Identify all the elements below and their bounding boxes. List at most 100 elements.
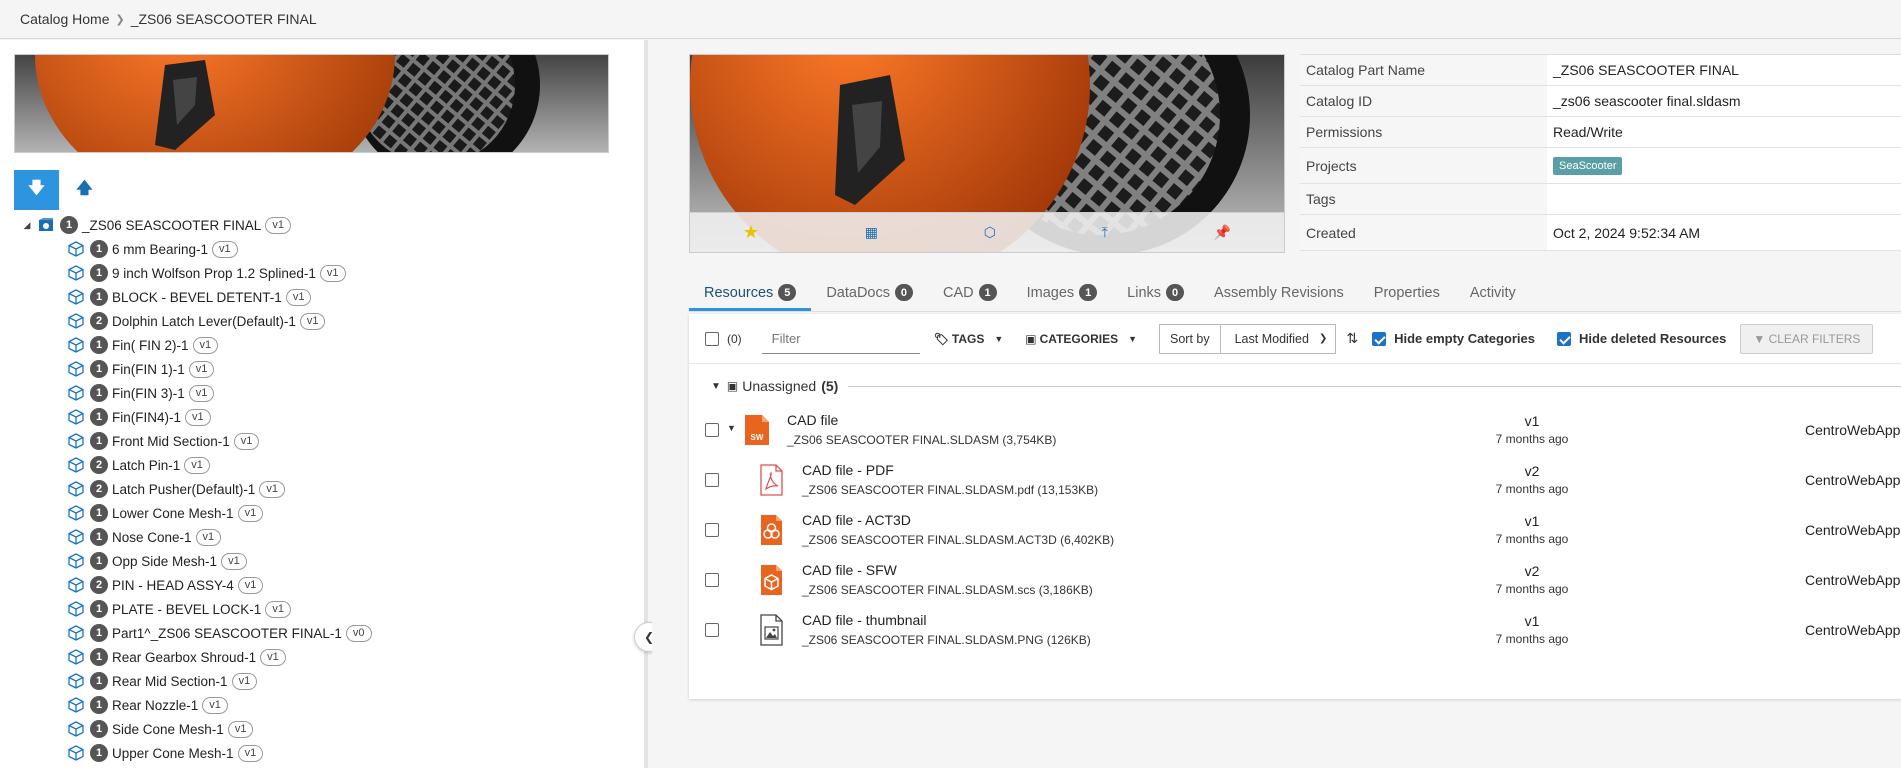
tree-root[interactable]: ◢ 1 _ZS06 SEASCOOTER FINAL v1 xyxy=(20,213,640,237)
tree-item-label: Rear Nozzle-1 xyxy=(112,697,199,713)
tree-item-label: Opp Side Mesh-1 xyxy=(112,553,218,569)
filter-input[interactable] xyxy=(761,323,920,354)
part-icon xyxy=(68,505,84,521)
resource-checkbox[interactable] xyxy=(705,573,719,587)
tab-activity[interactable]: Activity xyxy=(1455,285,1531,311)
tree-item[interactable]: 1 Front Mid Section-1 v1 xyxy=(20,429,640,453)
tree-item[interactable]: 16 mm Bearing-1 v1 xyxy=(20,237,640,261)
tree-count-badge: 1 xyxy=(90,672,108,690)
resource-title[interactable]: CAD file - ACT3D xyxy=(802,512,911,528)
caret-down-icon[interactable]: ▼ xyxy=(727,423,736,433)
hide-empty-label[interactable]: Hide empty Categories xyxy=(1394,331,1535,346)
tab-links[interactable]: Links 0 xyxy=(1112,284,1199,311)
tree-item[interactable]: 2 Latch Pin-1 v1 xyxy=(20,453,640,477)
resource-checkbox[interactable] xyxy=(705,523,719,537)
hide-empty-checkbox[interactable] xyxy=(1372,331,1387,346)
tree-item-label: Nose Cone-1 xyxy=(112,529,192,545)
hide-deleted-label[interactable]: Hide deleted Resources xyxy=(1579,331,1726,346)
tree-item[interactable]: 2 PIN - HEAD ASSY-4 v1 xyxy=(20,573,640,597)
assembly-icon xyxy=(39,218,53,231)
version-badge: v1 xyxy=(265,600,291,618)
cube-icon[interactable]: ⬡ xyxy=(984,224,996,241)
tree-item-label: Part1^_ZS06 SEASCOOTER FINAL-1 xyxy=(112,625,342,641)
part-icon xyxy=(68,409,84,425)
resource-version: v2 xyxy=(1524,563,1540,579)
tree-item[interactable]: 1 Rear Gearbox Shroud-1 v1 xyxy=(20,645,640,669)
svg-text:SW: SW xyxy=(751,433,764,442)
tree-item[interactable]: 1 BLOCK - BEVEL DETENT-1 v1 xyxy=(20,285,640,309)
tree-item[interactable]: 1 Fin(FIN 1)-1 v1 xyxy=(20,357,640,381)
tree-item[interactable]: 2 Dolphin Latch Lever(Default)-1 v1 xyxy=(20,309,640,333)
tab-cad[interactable]: CAD 1 xyxy=(928,284,1012,311)
clear-filters-button[interactable]: ▼ CLEAR FILTERS xyxy=(1740,323,1874,354)
tree-item[interactable]: 1 Fin(FIN 3)-1 v1 xyxy=(20,381,640,405)
part-icon xyxy=(68,577,84,593)
properties-table: Catalog Part Name _ZS06 SEASCOOTER FINAL… xyxy=(1300,54,1901,251)
pin-icon[interactable]: 📌 xyxy=(1214,224,1231,241)
tab-datadocs[interactable]: DataDocs 0 xyxy=(811,284,928,311)
expand-all-button[interactable]: 🡇 xyxy=(14,170,59,210)
resources-toolbar: (0) 🏷 TAGS ▼ ▣ CATEGORIES ▼ Sort by Last… xyxy=(689,314,1901,364)
tree-item[interactable]: 1 Rear Mid Section-1 v1 xyxy=(20,669,640,693)
resource-row[interactable]: CAD file - ACT3D _ZS06 SEASCOOTER FINAL.S… xyxy=(689,507,1901,557)
select-all-checkbox[interactable] xyxy=(705,331,719,346)
resource-row[interactable]: ▼ SW CAD file _ZS06 SEASCOOTER FINAL.SLDASM… xyxy=(689,407,1901,457)
inbox-icon: ▣ xyxy=(726,379,739,393)
tree-item-label: Upper Cone Mesh-1 xyxy=(112,745,234,761)
version-badge: v1 xyxy=(188,360,215,378)
tree-item-label: Front Mid Section-1 xyxy=(112,433,230,449)
resource-title[interactable]: CAD file - PDF xyxy=(802,462,894,478)
tree-item[interactable]: 1 Fin( FIN 2)-1 v1 xyxy=(20,333,640,357)
tab-properties[interactable]: Properties xyxy=(1359,285,1455,311)
tree-count-badge: 1 xyxy=(90,504,108,522)
version-badge: v1 xyxy=(195,528,222,546)
collapse-all-button[interactable]: 🡅 xyxy=(62,170,107,210)
project-chip[interactable]: SeaScooter xyxy=(1553,157,1623,175)
tab-assembly-revisions[interactable]: Assembly Revisions xyxy=(1199,285,1359,311)
tags-dropdown[interactable]: 🏷 TAGS ▼ xyxy=(934,332,1004,346)
sort-order-icon[interactable]: ⇅ xyxy=(1346,330,1358,347)
table-icon[interactable]: ▦ xyxy=(865,224,878,241)
resource-row[interactable]: CAD file - thumbnail _ZS06 SEASCOOTER FIN… xyxy=(689,607,1901,657)
resource-row[interactable]: CAD file - PDF _ZS06 SEASCOOTER FINAL.SLD… xyxy=(689,457,1901,507)
hide-deleted-checkbox[interactable] xyxy=(1556,331,1571,346)
resource-checkbox[interactable] xyxy=(705,473,719,487)
tab-count-badge: 1 xyxy=(978,284,997,301)
tree-count-badge: 1 xyxy=(90,264,108,282)
tree-count-badge: 1 xyxy=(90,528,108,546)
tree-item[interactable]: 19 inch Wolfson Prop 1.2 Splined-1 v1 xyxy=(20,261,640,285)
breadcrumb-home-link[interactable]: Catalog Home xyxy=(20,11,110,27)
resource-checkbox[interactable] xyxy=(705,423,719,437)
tree-item[interactable]: 1 Opp Side Mesh-1 v1 xyxy=(20,549,640,573)
resource-title[interactable]: CAD file - thumbnail xyxy=(802,612,927,628)
resource-age: 7 months ago xyxy=(1495,432,1569,446)
upload-icon[interactable]: ⤒ xyxy=(1102,224,1108,241)
resource-title[interactable]: CAD file xyxy=(787,412,838,428)
part-icon xyxy=(68,553,84,569)
tab-count-badge: 5 xyxy=(778,284,797,301)
tree-item[interactable]: 1 PLATE - BEVEL LOCK-1 v1 xyxy=(20,597,640,621)
resource-title[interactable]: CAD file - SFW xyxy=(802,562,897,578)
tree-item-label: Latch Pin-1 xyxy=(112,457,181,473)
resource-checkbox[interactable] xyxy=(705,623,719,637)
tree-item[interactable]: 2 Latch Pusher(Default)-1 v1 xyxy=(20,477,640,501)
caret-down-icon[interactable]: ◢ xyxy=(20,220,34,231)
tree-item-label: Latch Pusher(Default)-1 xyxy=(112,481,256,497)
tree-item[interactable]: 1 Part1^_ZS06 SEASCOOTER FINAL-1 v0 xyxy=(20,621,640,645)
tree-item-label: BLOCK - BEVEL DETENT-1 xyxy=(112,289,282,305)
prop-row: Permissions Read/Write xyxy=(1300,117,1901,148)
tree-item[interactable]: 1 Rear Nozzle-1 v1 xyxy=(20,693,640,717)
tree-item[interactable]: 1 Upper Cone Mesh-1 v1 xyxy=(20,741,640,765)
resource-row[interactable]: CAD file - SFW _ZS06 SEASCOOTER FINAL.SLD… xyxy=(689,557,1901,607)
category-group[interactable]: ▼ ▣ Unassigned (5) xyxy=(711,378,1901,394)
categories-dropdown[interactable]: ▣ CATEGORIES ▼ xyxy=(1025,332,1137,346)
tree-item[interactable]: 1 Lower Cone Mesh-1 v1 xyxy=(20,501,640,525)
sort-select[interactable]: Last Modified ❯ xyxy=(1221,332,1336,346)
tab-images[interactable]: Images 1 xyxy=(1012,284,1113,311)
tree-item[interactable]: 1 Fin(FIN4)-1 v1 xyxy=(20,405,640,429)
version-badge: v1 xyxy=(299,312,326,330)
tree-item[interactable]: 1 Side Cone Mesh-1 v1 xyxy=(20,717,640,741)
tree-item[interactable]: 1 Nose Cone-1 v1 xyxy=(20,525,640,549)
tab-resources[interactable]: Resources 5 xyxy=(689,284,812,311)
star-icon[interactable]: ★ xyxy=(743,222,759,243)
